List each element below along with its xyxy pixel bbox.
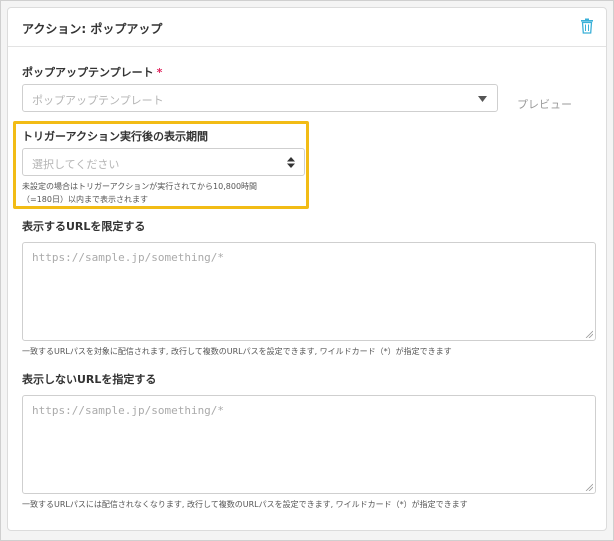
duration-select-placeholder: 選択してください — [32, 158, 120, 171]
include-urls-label: 表示するURLを限定する — [22, 220, 146, 233]
duration-select[interactable]: 選択してください — [22, 148, 305, 176]
sort-updown-icon — [287, 157, 295, 168]
duration-help-text: 未設定の場合はトリガーアクションが実行されてから10,800時間 （=180日）… — [22, 180, 257, 206]
template-select-placeholder: ポップアップテンプレート — [32, 94, 164, 107]
popup-action-panel: アクション: ポップアップ ポップアップテンプレート * ポップアップテンプレート… — [7, 7, 607, 531]
panel-title: アクション: ポップアップ — [22, 22, 163, 36]
trash-icon[interactable] — [580, 18, 594, 34]
preview-button[interactable]: プレビュー — [517, 96, 572, 112]
caret-down-icon — [478, 96, 487, 102]
duration-help-line1: 未設定の場合はトリガーアクションが実行されてから10,800時間 — [22, 182, 258, 191]
template-select[interactable]: ポップアップテンプレート — [22, 84, 498, 112]
exclude-urls-label: 表示しないURLを指定する — [22, 373, 157, 386]
include-urls-help: 一致するURLパスを対象に配信されます, 改行して複数のURLパスを設定できます… — [22, 347, 452, 356]
template-field-label: ポップアップテンプレート * — [22, 64, 162, 80]
duration-field-label: トリガーアクション実行後の表示期間 — [22, 130, 209, 143]
panel-header: アクション: ポップアップ — [8, 8, 606, 47]
duration-help-line2: （=180日）以内まで表示されます — [22, 195, 148, 204]
window-frame: アクション: ポップアップ ポップアップテンプレート * ポップアップテンプレート… — [0, 0, 614, 541]
required-mark: * — [156, 66, 163, 79]
resize-grip-icon[interactable] — [585, 330, 593, 338]
include-urls-textarea[interactable]: https://sample.jp/something/* — [22, 242, 596, 341]
include-urls-placeholder: https://sample.jp/something/* — [32, 251, 225, 264]
exclude-urls-help: 一致するURLパスには配信されなくなります, 改行して複数のURLパスを設定でき… — [22, 500, 468, 509]
exclude-urls-placeholder: https://sample.jp/something/* — [32, 404, 225, 417]
template-field-label-text: ポップアップテンプレート — [22, 66, 154, 79]
resize-grip-icon[interactable] — [585, 483, 593, 491]
exclude-urls-textarea[interactable]: https://sample.jp/something/* — [22, 395, 596, 494]
